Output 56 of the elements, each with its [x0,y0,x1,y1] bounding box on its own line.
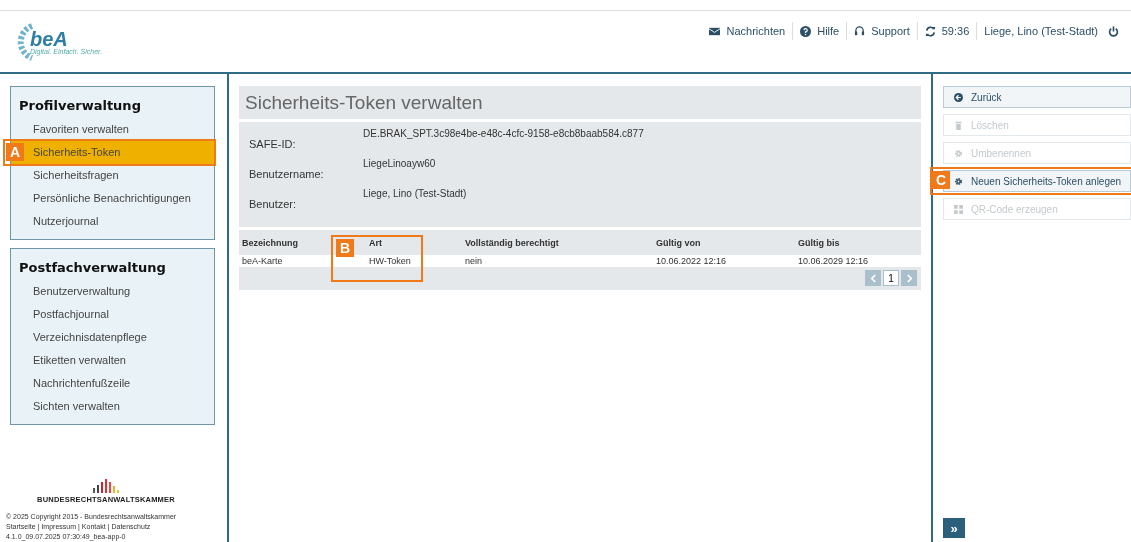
grid-icon [954,204,963,214]
field-label: Benutzer: [249,197,298,212]
table-row[interactable]: beA-Karte HW-Token nein 10.06.2022 12:16 10.06.2029 12:16 [239,255,921,267]
trash-icon [954,120,963,130]
nav-link[interactable]: Nachrichten [709,25,786,37]
callout-label: B [336,238,354,257]
column-header: Gültig bis [798,237,840,248]
sidebar-item[interactable]: Persönliche Benachrichtigungen [11,187,214,210]
column-header: Vollständig berechtigt [465,237,559,248]
sidebar-item[interactable]: Etiketten verwalten [11,349,214,372]
page-title: Sicherheits-Token verwalten [239,86,921,119]
table-cell: beA-Karte [242,256,283,266]
table-cell: HW-Token [369,256,411,266]
gear-icon [954,176,963,186]
bars-icon [93,479,119,493]
field-value: DE.BRAK_SPT.3c98e4be-e48c-4cfc-9158-e8cb8baab584.c877 [363,128,644,141]
table-cell: 10.06.2022 12:16 [656,256,727,266]
sidebar-item[interactable]: Sicherheitsfragen [11,164,214,187]
help-icon [800,25,812,37]
sidebar-item[interactable]: Verzeichnisdatenpflege [11,326,214,349]
field-value: Liege, Lino (Test-Stadt) [363,188,467,201]
sidebar-item[interactable]: Favoriten verwalten [11,118,214,141]
column-header: Art [369,237,382,248]
next-page-button[interactable] [901,270,917,286]
envelope-icon [709,25,721,37]
chevron-right-icon [905,273,913,283]
sidebar-item[interactable]: Postfachjournal [11,303,214,326]
field-value: LiegeLinoayw60 [363,158,436,171]
section-title: Postfachverwaltung [19,260,167,275]
previous-page-button[interactable] [865,270,881,286]
chevron-left-icon [869,273,877,283]
table-cell: nein [465,256,482,266]
nav-link[interactable]: 59:36 [924,25,970,37]
headset-icon [854,25,866,37]
nav-link[interactable]: Liege, Lino (Test-Stadt) [984,25,1098,37]
column-header: Bezeichnung [242,237,298,248]
field-label: Benutzername: [249,167,325,182]
expand-button[interactable]: » [943,518,965,538]
page-button[interactable]: 1 [883,270,899,286]
callout-label: C [932,171,950,189]
table-cell: 10.06.2029 12:16 [798,256,869,266]
gear-icon [954,148,963,158]
nav-link[interactable]: Hilfe [800,25,840,37]
nav-link[interactable]: Support [854,25,910,37]
sidebar-item[interactable]: Sichten verwalten [11,395,214,418]
back-arrow-icon [954,92,963,102]
section-title: Profilverwaltung [19,98,142,113]
sidebar-item[interactable]: Nutzerjournal [11,210,214,233]
column-header: Gültig von [656,237,701,248]
field-label: SAFE-ID: [249,137,297,152]
refresh-icon [924,25,936,37]
power-icon[interactable] [1108,25,1119,37]
callout-label: A [6,143,24,161]
sidebar-item[interactable]: Benutzerverwaltung [11,280,214,303]
sidebar-item[interactable]: Nachrichtenfußzeile [11,372,214,395]
action-button[interactable]: Zurück [943,86,1131,108]
